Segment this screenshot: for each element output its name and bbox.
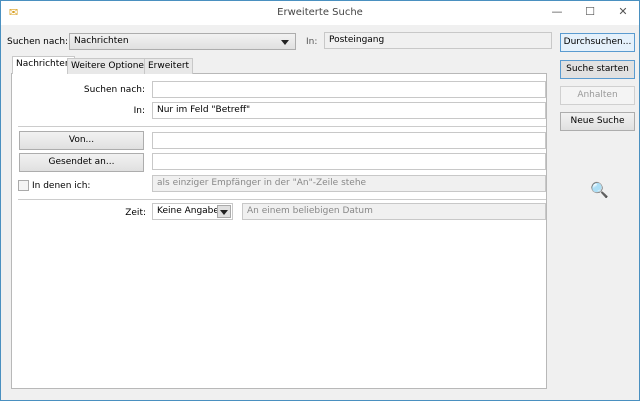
tab-panel [11, 73, 547, 389]
in-label: In: [306, 37, 318, 47]
tab-nachrichten[interactable]: Nachrichten [12, 56, 75, 74]
magnifier-icon: 🔍 [590, 181, 609, 199]
search-in-select[interactable]: Nur im Feld "Betreff" [152, 102, 546, 119]
time-value: Keine Angabe [157, 206, 219, 216]
chevron-down-icon [281, 40, 289, 45]
where-i-select: als einziger Empfänger in der "An"-Zeile… [152, 175, 546, 192]
location-field: Posteingang [324, 32, 552, 49]
close-button[interactable]: ✕ [613, 5, 633, 21]
start-search-button[interactable]: Suche starten [560, 60, 635, 79]
sent-to-button[interactable]: Gesendet an... [19, 153, 144, 172]
sent-to-input[interactable] [152, 153, 546, 170]
search-text-label: Suchen nach: [83, 85, 145, 95]
maximize-button[interactable]: ☐ [580, 5, 600, 21]
title-bar: ✉ Erweiterte Suche — ☐ ✕ [1, 1, 639, 25]
dropdown-button[interactable] [217, 205, 231, 218]
tab-erweitert[interactable]: Erweitert [144, 58, 194, 74]
search-for-value: Nachrichten [74, 36, 129, 46]
search-for-label: Suchen nach: [7, 37, 69, 47]
time-dropdown[interactable]: Keine Angabe [152, 203, 233, 220]
from-button[interactable]: Von... [19, 131, 144, 150]
minimize-button[interactable]: — [547, 5, 567, 21]
divider [18, 199, 546, 200]
chevron-down-icon [220, 210, 228, 215]
search-text-input[interactable] [152, 81, 546, 98]
date-select: An einem beliebigen Datum [242, 203, 546, 220]
from-input[interactable] [152, 132, 546, 149]
tab-weitere-optionen[interactable]: Weitere Optionen [67, 58, 154, 74]
where-i-checkbox[interactable] [18, 180, 29, 191]
search-in-label: In: [133, 106, 145, 116]
divider [18, 126, 546, 127]
browse-button[interactable]: Durchsuchen... [560, 33, 635, 52]
where-i-label: In denen ich: [32, 181, 91, 191]
new-search-button[interactable]: Neue Suche [560, 112, 635, 131]
window-title: Erweiterte Suche [277, 7, 363, 18]
search-for-dropdown[interactable]: Nachrichten [69, 33, 296, 50]
stop-button: Anhalten [560, 86, 635, 105]
time-label: Zeit: [125, 208, 146, 218]
